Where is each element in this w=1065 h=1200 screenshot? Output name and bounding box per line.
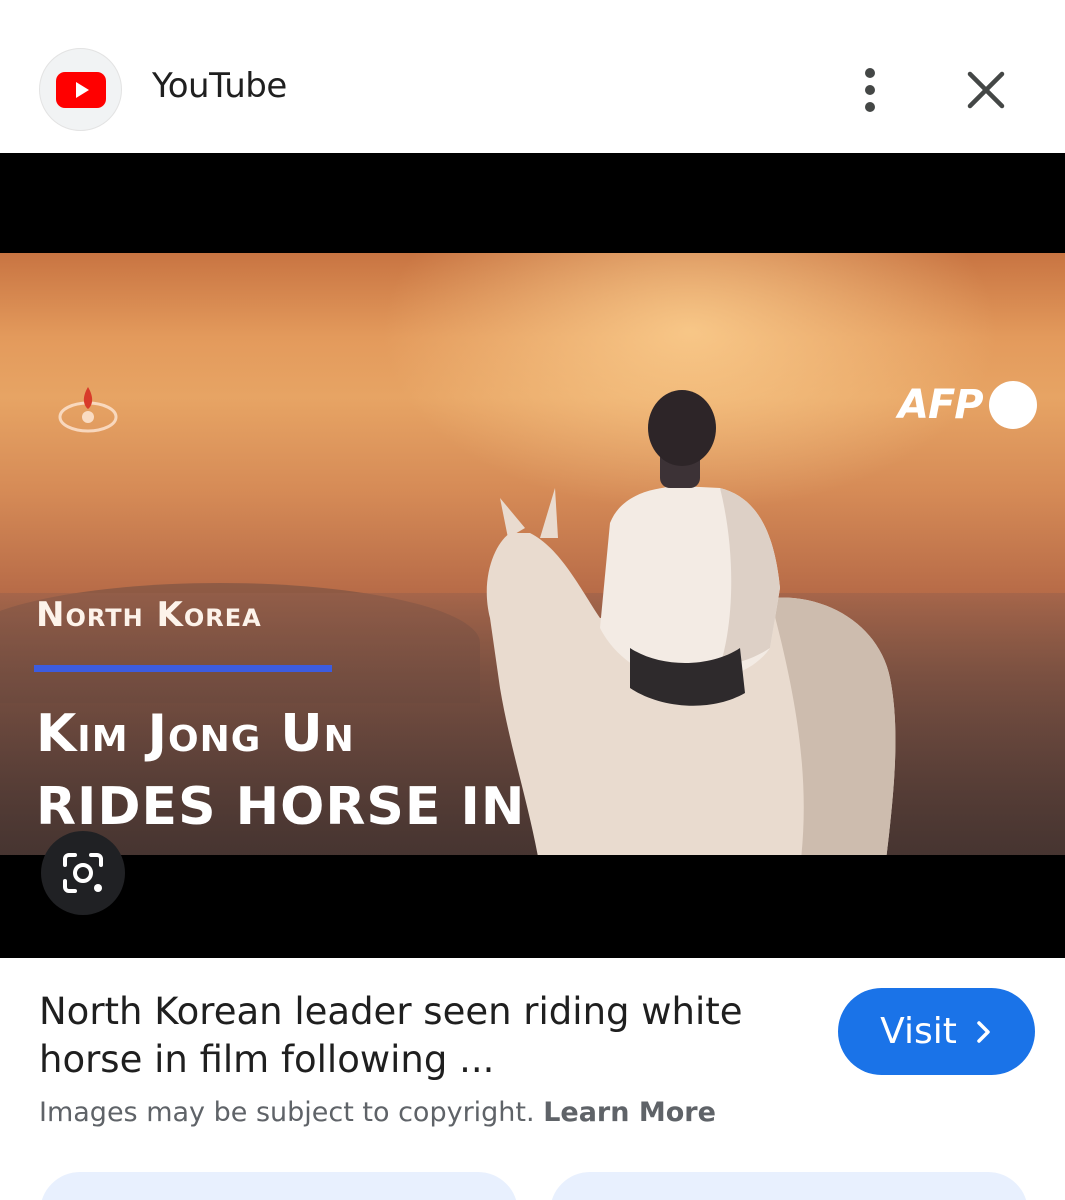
headline-line: NEW PROPAGANDA FILM [36,844,773,855]
more-options-button[interactable] [848,60,892,120]
kicker-underline [34,665,332,672]
youtube-logo[interactable] [39,48,122,131]
more-vert-icon [865,68,875,78]
broadcaster-emblem-icon [58,387,118,433]
headline-line: Kim Jong Un [36,704,355,764]
source-name[interactable]: YouTube [152,66,287,106]
visit-button[interactable]: Visit [838,988,1035,1075]
learn-more-link[interactable]: Learn More [543,1097,716,1128]
video-kicker: North Korea [36,595,262,635]
header: YouTube [0,0,1065,153]
video-thumbnail: AFP North Korea Kim Jong Un RIDES HORSE … [0,253,1065,855]
copyright-notice: Images may be subject to copyright. Lear… [39,1097,716,1128]
youtube-play-icon [55,71,106,108]
google-lens-button[interactable] [41,831,125,915]
google-lens-icon [63,853,103,893]
action-chip[interactable] [40,1172,518,1200]
close-icon [967,71,1005,109]
headline-line: RIDES HORSE IN [36,777,526,837]
visit-label: Visit [880,1011,957,1052]
chevron-right-icon [977,1020,990,1043]
action-chip[interactable] [550,1172,1028,1200]
result-title[interactable]: North Korean leader seen riding white ho… [39,988,799,1084]
image-preview[interactable]: AFP North Korea Kim Jong Un RIDES HORSE … [0,153,1065,958]
video-headline: Kim Jong Un RIDES HORSE IN NEW PROPAGAND… [36,698,773,855]
copyright-text: Images may be subject to copyright. [39,1097,535,1128]
close-button[interactable] [958,62,1014,118]
